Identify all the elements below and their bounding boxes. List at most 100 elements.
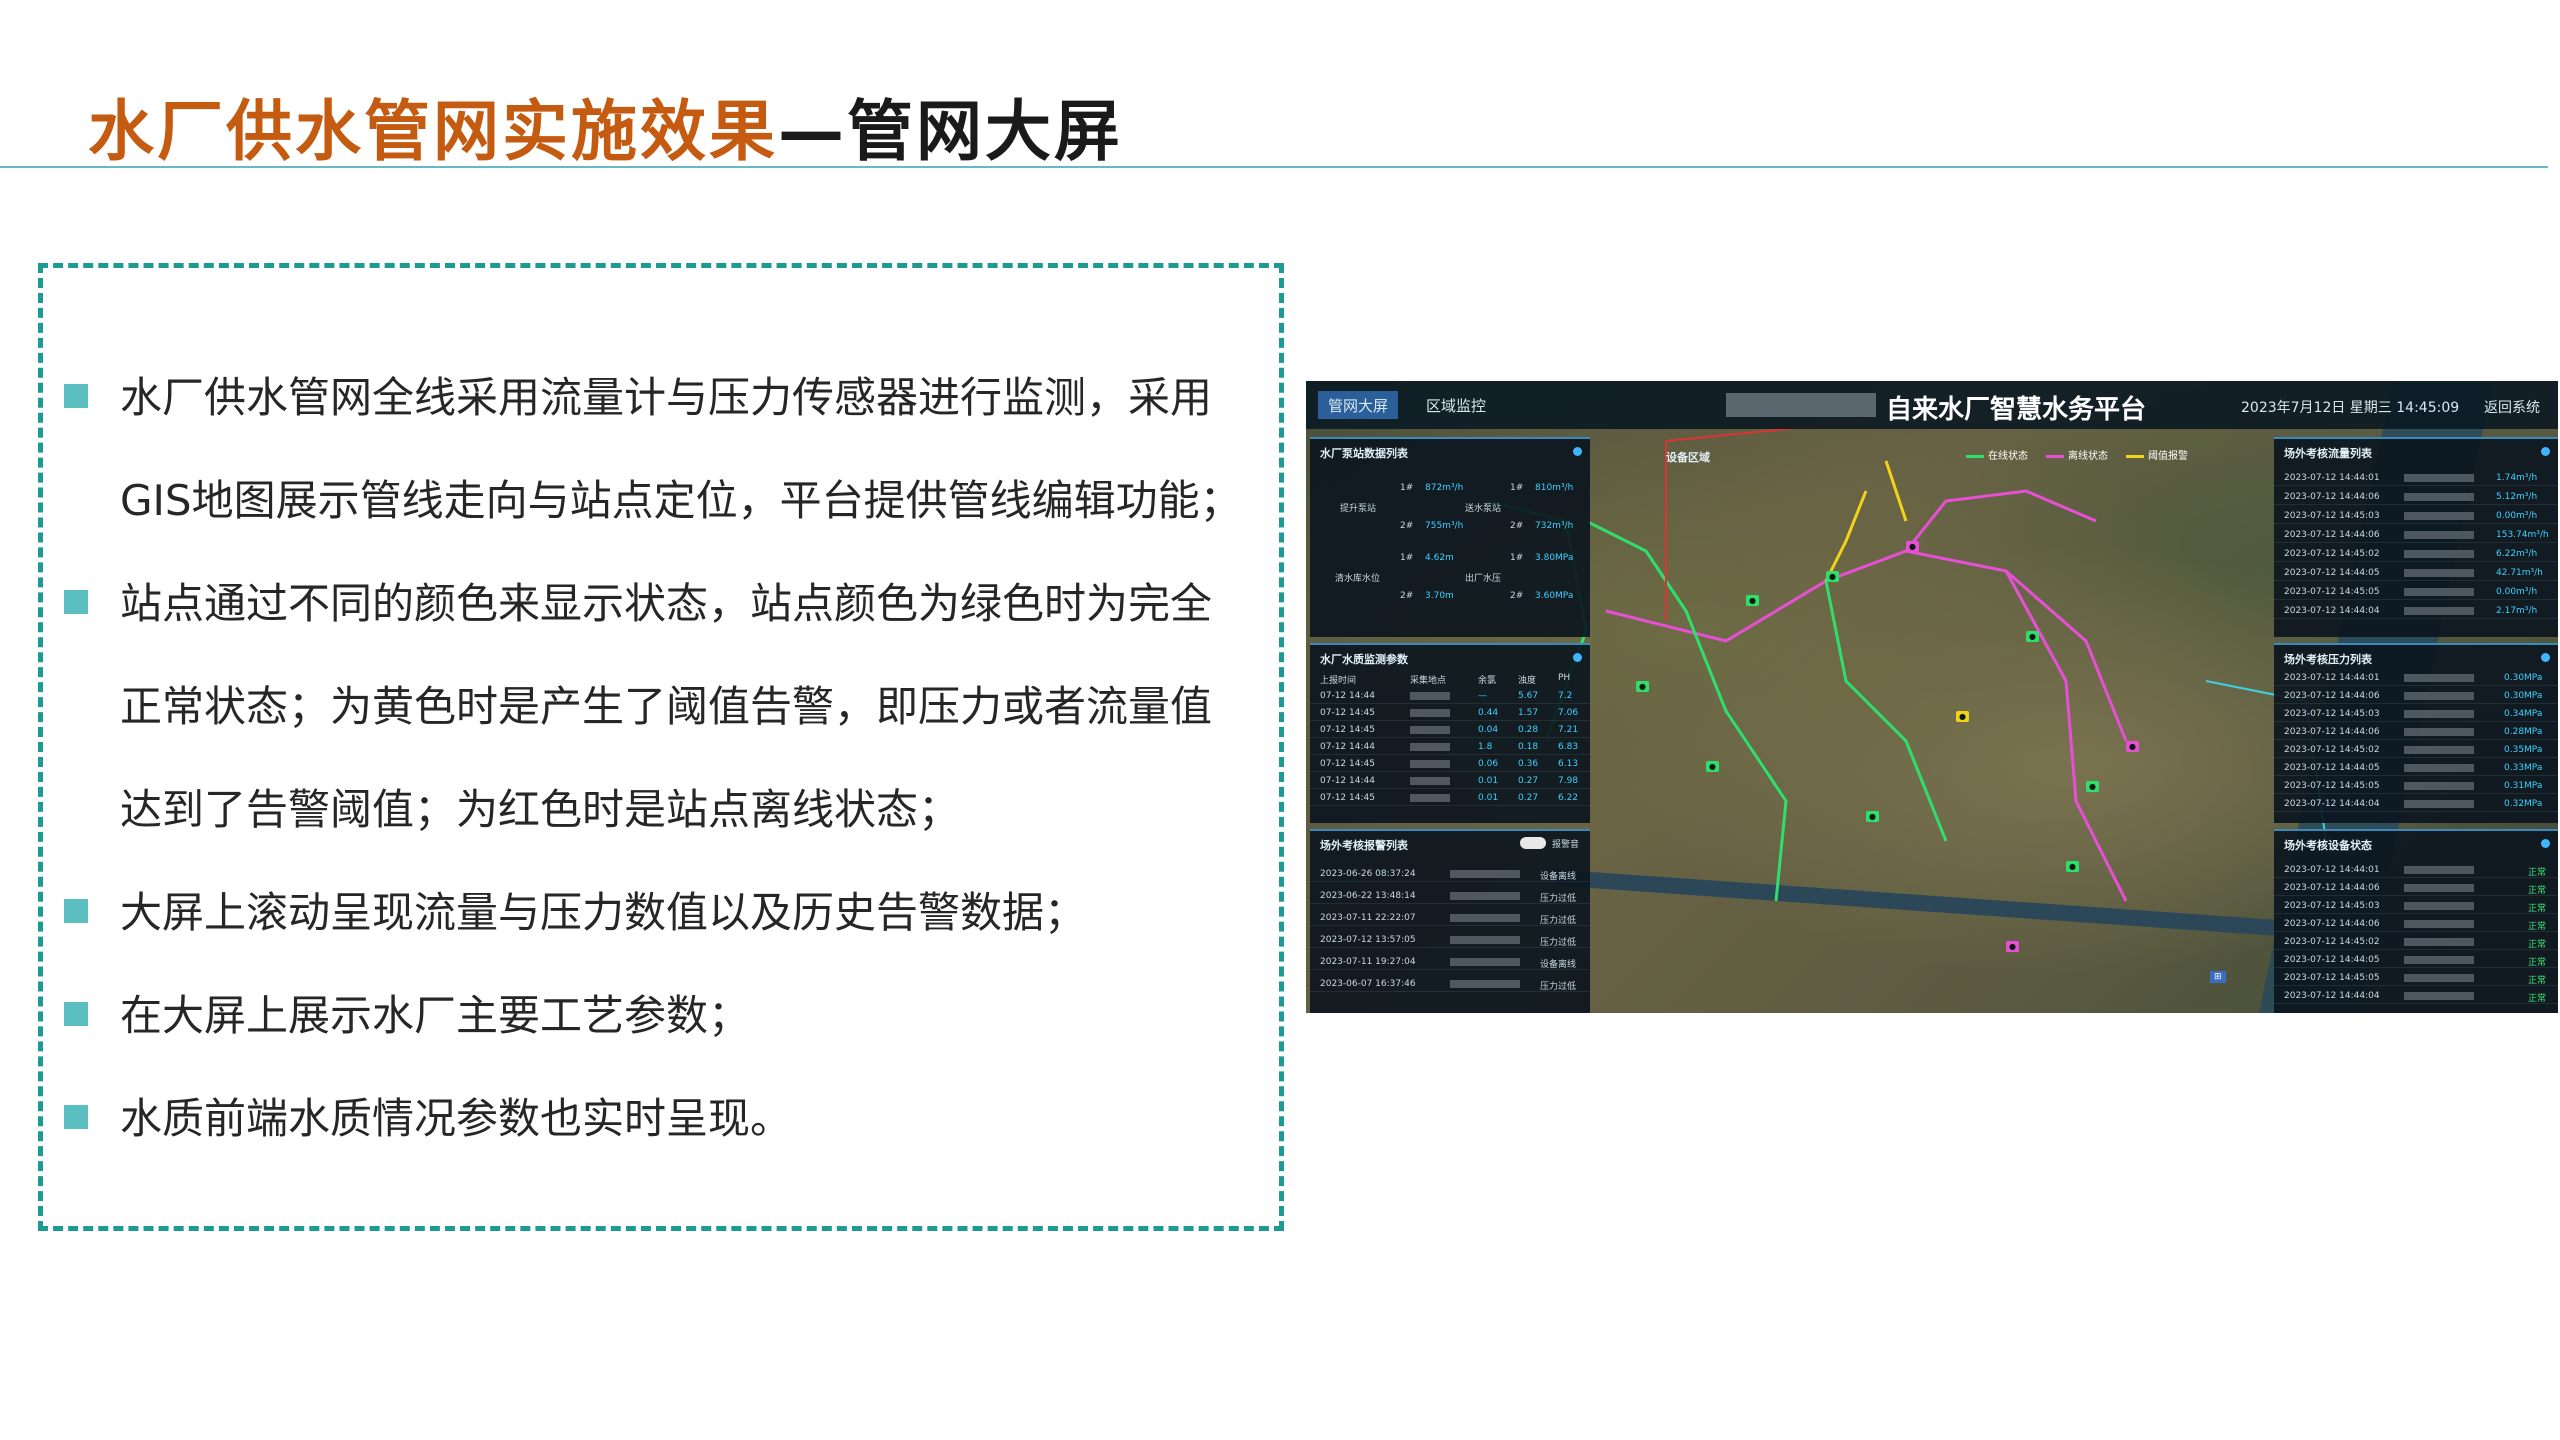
table-cell: 压力过低 (1540, 894, 1577, 904)
table-row-divider (1310, 788, 1590, 789)
table-row-divider (2274, 703, 2558, 704)
table-row-divider (2274, 599, 2558, 600)
table-cell: 6.13 (1558, 759, 1579, 769)
table-cell: 0.28 (1518, 725, 1539, 735)
table-cell: 2023-07-12 14:44:04 (2284, 799, 2380, 809)
table-cell: 2023-07-11 22:22:07 (1320, 913, 1416, 923)
table-cell: 2023-07-12 14:44:01 (2284, 673, 2380, 683)
table-cell: 0.01 (1478, 776, 1499, 786)
redacted-cell (2404, 866, 2474, 874)
redacted-cell (2404, 974, 2474, 982)
table-row-divider (2274, 485, 2558, 486)
table-cell: 2023-07-12 14:44:06 (2284, 883, 2380, 893)
table-row-divider (2274, 793, 2558, 794)
redacted-cell (2404, 531, 2474, 539)
station-marker[interactable]: ● (1826, 571, 1839, 582)
station-marker[interactable]: ● (1706, 761, 1719, 772)
info-icon (1573, 447, 1582, 456)
panel-alarm-list: 场外考核报警列表 报警音 2023-06-26 08:37:24 设备离线 2023… (1310, 829, 1590, 1013)
station-marker[interactable]: ● (1906, 541, 1919, 552)
station-marker[interactable]: ● (2066, 861, 2079, 872)
back-to-system-link[interactable]: 返回系统 (2484, 397, 2540, 417)
panel-title: 水厂水质监测参数 (1320, 653, 1408, 666)
table-cell: 0.30MPa (2504, 691, 2543, 701)
info-icon (2541, 839, 2550, 848)
table-cell: 7.2 (1558, 691, 1573, 701)
redacted-name (1726, 393, 1876, 417)
table-cell: 正常 (2528, 994, 2547, 1004)
panel-title: 场外考核压力列表 (2284, 653, 2372, 666)
title-sub: —管网大屏 (778, 93, 1123, 170)
redacted-cell (2404, 728, 2474, 736)
redacted-cell (1450, 958, 1520, 966)
table-cell: 07-12 14:45 (1320, 759, 1375, 769)
redacted-cell (2404, 493, 2474, 501)
alarm-sound-toggle[interactable] (1520, 837, 1546, 849)
table-cell: 2.17m³/h (2496, 606, 2538, 616)
title-divider (0, 166, 2548, 168)
table-row-divider (2274, 913, 2558, 914)
datetime: 2023年7月12日 星期三 14:45:09 (2241, 400, 2460, 416)
redacted-cell (2404, 992, 2474, 1000)
table-cell: 压力过低 (1540, 916, 1577, 926)
station-marker[interactable]: ● (1866, 811, 1879, 822)
table-cell: 0.00m³/h (2496, 511, 2538, 521)
table-row-divider (2274, 775, 2558, 776)
table-cell: 0.06 (1478, 759, 1499, 769)
redacted-cell (1410, 709, 1450, 717)
redacted-cell (1410, 760, 1450, 768)
redacted-cell (2404, 920, 2474, 928)
station-marker[interactable]: ● (2086, 781, 2099, 792)
redacted-cell (2404, 550, 2474, 558)
bullet-text: 水质前端水质情况参数也实时呈现。 (120, 1094, 793, 1143)
table-row-divider (1310, 737, 1590, 738)
table-cell: 7.21 (1558, 725, 1579, 735)
bullet-text: 在大屏上展示水厂主要工艺参数； (120, 991, 751, 1040)
table-cell: 2023-07-12 14:44:06 (2284, 727, 2380, 737)
table-cell: 07-12 14:44 (1320, 776, 1375, 786)
table-cell: 0.32MPa (2504, 799, 2543, 809)
redacted-cell (1450, 914, 1520, 922)
table-cell: 2023-07-12 14:44:04 (2284, 606, 2380, 616)
table-cell: 6.83 (1558, 742, 1579, 752)
table-row-divider (2274, 739, 2558, 740)
bullet-text: 大屏上滚动呈现流量与压力数值以及历史告警数据； (120, 888, 1087, 937)
bullet-square-icon (64, 1105, 88, 1129)
nav-pipe-screen[interactable]: 管网大屏 (1318, 391, 1399, 419)
map-type-toggle[interactable]: ⊞ (2210, 971, 2226, 983)
table-cell: 正常 (2528, 868, 2547, 878)
redacted-cell (1410, 726, 1450, 734)
device-area-label: 设备区域 (1666, 451, 1710, 464)
table-cell: 153.74m³/h (2496, 530, 2549, 540)
dashboard-topbar: 管网大屏 区域监控 自来水厂智慧水务平台 2023年7月12日 星期三 14:4… (1306, 381, 2558, 429)
table-cell: 0.44 (1478, 708, 1499, 718)
table-cell: 2023-07-12 14:45:03 (2284, 901, 2380, 911)
table-cell: 0.28MPa (2504, 727, 2543, 737)
panel-title: 场外考核流量列表 (2284, 447, 2372, 460)
table-cell: 2023-07-12 14:44:06 (2284, 919, 2380, 929)
table-cell: 0.36 (1518, 759, 1539, 769)
station-marker[interactable]: ● (2026, 631, 2039, 642)
table-row-divider (1310, 703, 1590, 704)
table-cell: 2023-07-12 14:45:05 (2284, 973, 2380, 983)
panel-pressure-list: 场外考核压力列表 2023-07-12 14:44:01 0.30MPa 2023-… (2274, 643, 2558, 823)
panel-device-status: 场外考核设备状态 2023-07-12 14:44:01 正常 2023-07-12… (2274, 829, 2558, 1013)
station-marker[interactable]: ● (1636, 681, 1649, 692)
table-row-divider (1310, 754, 1590, 755)
station-marker[interactable]: ● (1956, 711, 1969, 722)
station-marker[interactable]: ● (1746, 595, 1759, 606)
table-row-divider (2274, 1003, 2558, 1004)
bullet-item: 站点通过不同的颜色来显示状态，站点颜色为绿色时为完全正常状态；为黄色时是产生了阈… (62, 552, 1252, 861)
redacted-cell (2404, 956, 2474, 964)
nav-area-monitor[interactable]: 区域监控 (1416, 391, 1496, 419)
table-cell: 07-12 14:44 (1320, 742, 1375, 752)
table-cell: 设备离线 (1540, 872, 1577, 882)
legend-alarm: 阈值报警 (2126, 447, 2188, 462)
redacted-cell (1410, 794, 1450, 802)
redacted-cell (2404, 902, 2474, 910)
station-marker[interactable]: ● (2006, 941, 2019, 952)
platform-title: 自来水厂智慧水务平台 (1886, 395, 2147, 425)
table-cell: 2023-07-12 14:44:01 (2284, 473, 2380, 483)
station-marker[interactable]: ● (2126, 741, 2139, 752)
table-cell: 2023-07-12 14:44:01 (2284, 865, 2380, 875)
